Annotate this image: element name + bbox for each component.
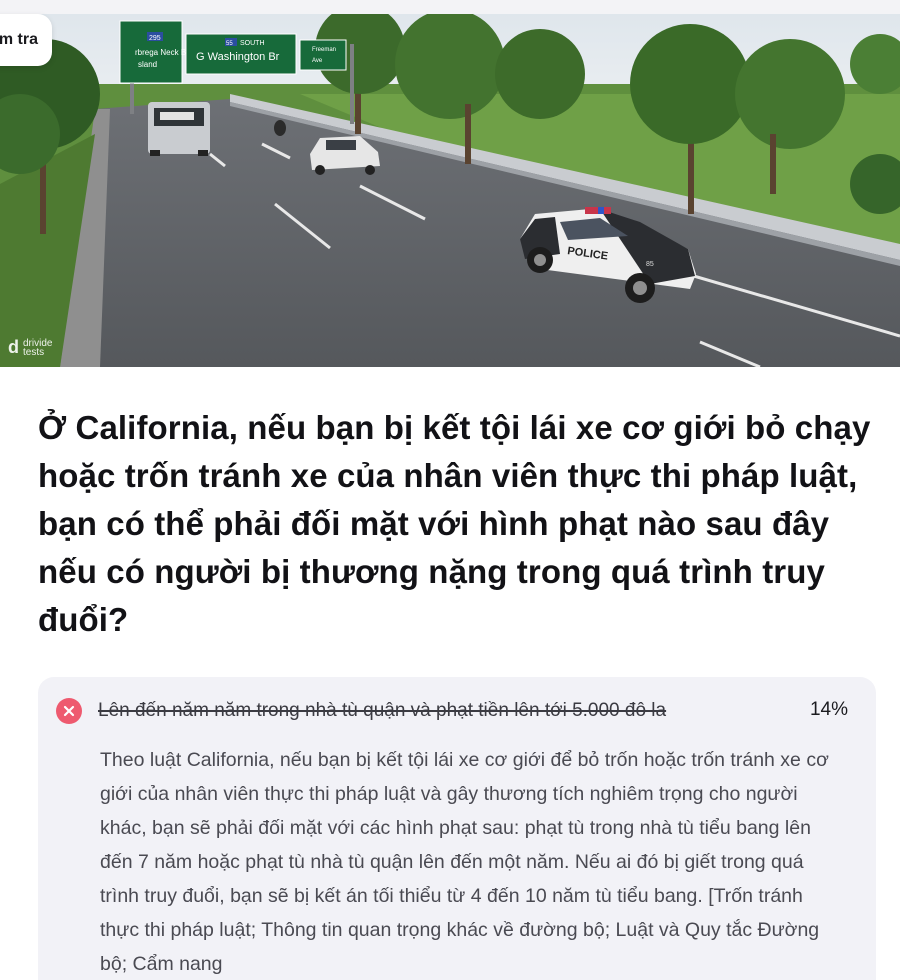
svg-text:295: 295 [149,35,161,42]
brand-mark-icon: d [8,337,19,357]
answer-option[interactable]: Lên đến năm năm trong nhà tù quận và phạ… [56,697,848,725]
close-icon [56,698,82,724]
answer-percent: 14% [809,699,848,720]
svg-text:rbrega Neck Br: rbrega Neck Br [135,48,189,57]
car-number: 85 [646,261,654,268]
svg-text:55: 55 [226,41,233,47]
question-text: Ở California, nếu bạn bị kết tội lái xe … [38,409,871,638]
mode-chip[interactable]: m tra [0,14,52,66]
answer-text: Lên đến năm năm trong nhà tù quận và phạ… [98,700,667,721]
brand-line2: tests [23,346,45,358]
svg-text:Freeman: Freeman [312,47,336,53]
question-illustration: rbrega Neck Br sland 295 55 SOUTH G Wash… [0,14,900,367]
svg-text:Ave: Ave [312,58,323,64]
brand-watermark: d drivide tests [8,337,52,358]
svg-text:G Washington Br: G Washington Br [196,51,280,63]
answer-explanation: Theo luật California, nếu bạn bị kết tội… [100,749,829,975]
svg-text:sland: sland [138,60,157,69]
answer-card: Lên đến năm năm trong nhà tù quận và phạ… [38,677,876,980]
top-strip [0,0,900,14]
svg-text:SOUTH: SOUTH [240,40,265,47]
mode-chip-label: m tra [0,31,38,48]
